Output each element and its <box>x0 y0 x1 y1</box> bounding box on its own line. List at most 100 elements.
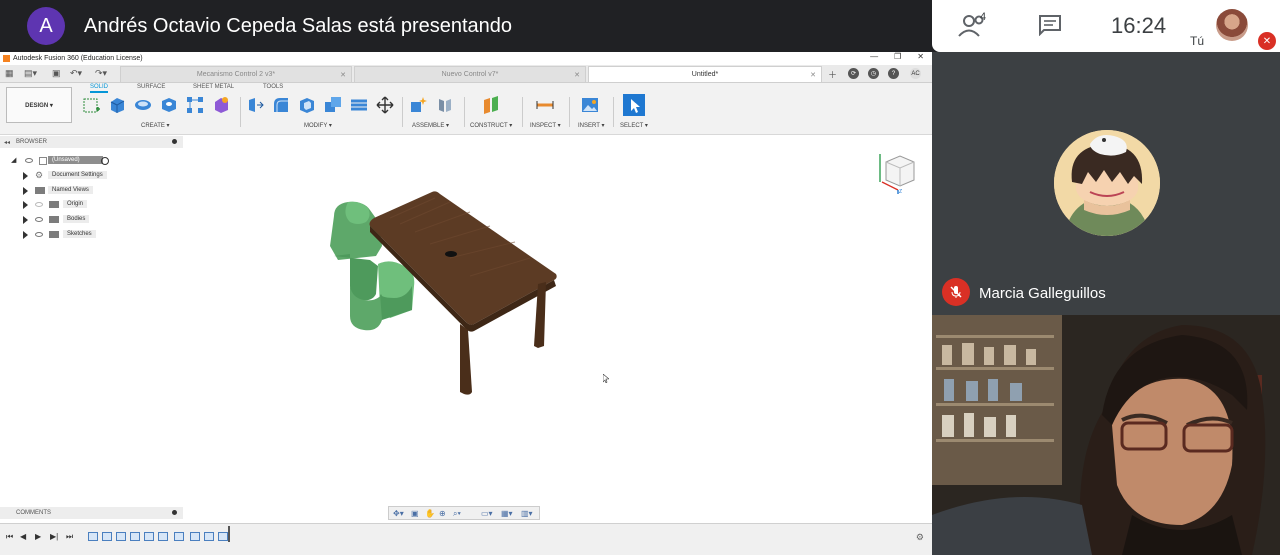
assemble-menu[interactable]: ASSEMBLE ▾ <box>412 122 449 129</box>
new-component-icon[interactable] <box>409 96 427 114</box>
redo-icon[interactable]: ↷▾ <box>95 68 107 79</box>
tree-named-views[interactable]: Named Views <box>22 186 122 196</box>
timeline-feature[interactable] <box>102 532 112 541</box>
eye-hidden-icon[interactable] <box>35 202 43 207</box>
go-to-end-icon[interactable]: ⏭ <box>66 532 73 542</box>
timeline-feature[interactable] <box>116 532 126 541</box>
activate-radio-icon[interactable] <box>101 157 109 165</box>
new-tab-icon[interactable]: ＋ <box>828 68 837 81</box>
offset-face-icon[interactable] <box>350 96 368 114</box>
go-to-start-icon[interactable]: ⏮ <box>6 532 13 542</box>
help-icon[interactable]: ? <box>888 68 899 79</box>
step-back-icon[interactable]: ◀ <box>20 532 26 541</box>
timeline-feature[interactable] <box>218 532 228 541</box>
save-icon[interactable]: ▣ <box>52 68 61 79</box>
timeline-feature[interactable] <box>88 532 98 541</box>
measure-icon[interactable] <box>536 96 554 114</box>
step-forward-icon[interactable]: ▶| <box>50 532 58 541</box>
fillet-icon[interactable] <box>272 96 290 114</box>
tab-surface[interactable]: SURFACE <box>137 84 165 90</box>
select-icon[interactable] <box>623 94 645 116</box>
offset-plane-icon[interactable] <box>482 96 500 114</box>
timeline-settings-icon[interactable]: ⚙ <box>916 532 924 543</box>
collapse-icon[interactable]: ◂◂ <box>4 139 10 146</box>
minimize-icon[interactable]: — <box>870 52 878 61</box>
create-menu[interactable]: CREATE ▾ <box>141 122 170 129</box>
press-pull-icon[interactable] <box>246 96 264 114</box>
display-settings-icon[interactable]: ▭▾ <box>481 509 493 518</box>
insert-image-icon[interactable] <box>581 96 599 114</box>
move-icon[interactable] <box>376 96 394 114</box>
presenting-text: Andrés Octavio Cepeda Salas está present… <box>84 14 513 37</box>
timeline-feature[interactable] <box>144 532 154 541</box>
eye-icon[interactable] <box>35 217 43 222</box>
revolve-icon[interactable] <box>134 96 152 114</box>
tab-solid[interactable]: SOLID <box>90 84 109 93</box>
folder-icon <box>49 201 59 208</box>
zoom-icon[interactable]: ⊕ <box>439 509 446 518</box>
create-sketch-icon[interactable] <box>83 96 101 114</box>
fit-icon[interactable]: ⌕▾ <box>453 509 461 519</box>
tree-bodies[interactable]: Bodies <box>22 215 122 225</box>
insert-menu[interactable]: INSERT ▾ <box>578 122 604 129</box>
mouse-cursor-icon <box>603 374 609 383</box>
timeline-feature[interactable] <box>190 532 200 541</box>
workspace-switcher[interactable]: DESIGN ▾ <box>6 87 72 123</box>
chat-icon[interactable] <box>1038 14 1062 36</box>
viewcube-icon[interactable]: Z <box>878 150 918 194</box>
form-icon[interactable] <box>212 96 230 114</box>
pattern-icon[interactable] <box>186 96 204 114</box>
tree-sketches[interactable]: Sketches <box>22 230 122 240</box>
grid-settings-icon[interactable]: ▦▾ <box>501 509 513 518</box>
self-avatar[interactable] <box>1216 9 1248 41</box>
timeline-feature[interactable] <box>130 532 140 541</box>
tab-nuevo-control[interactable]: Nuevo Control v7* ✕ <box>354 66 586 83</box>
file-icon[interactable]: ▤▾ <box>24 68 37 79</box>
tab-untitled[interactable]: Untitled* ✕ <box>588 66 822 83</box>
viewports-icon[interactable]: ▥▾ <box>521 509 533 518</box>
people-count: 4 <box>980 11 987 23</box>
select-menu[interactable]: SELECT ▾ <box>620 122 648 129</box>
extensions-icon[interactable]: ⟳ <box>848 68 859 79</box>
notifications-icon[interactable]: ◷ <box>868 68 879 79</box>
eye-icon[interactable] <box>35 232 43 237</box>
modify-menu[interactable]: MODIFY ▾ <box>304 122 332 129</box>
combine-icon[interactable] <box>324 96 342 114</box>
axis-z-label: Z <box>899 189 902 194</box>
close-icon[interactable]: ✕ <box>917 52 924 61</box>
user-avatar[interactable]: AC <box>910 68 921 79</box>
tab-sheet-metal[interactable]: SHEET METAL <box>193 84 234 90</box>
inspect-menu[interactable]: INSPECT ▾ <box>530 122 561 129</box>
play-icon[interactable]: ▶ <box>35 532 41 541</box>
orbit-icon[interactable]: ✥▾ <box>393 509 404 518</box>
timeline-feature[interactable] <box>158 532 168 541</box>
hole-icon[interactable] <box>160 96 178 114</box>
fusion-window: Autodesk Fusion 360 (Education License) … <box>0 52 932 555</box>
design-canvas[interactable]: ◂◂ BROWSER ◢ (Unsaved) ⚙ Document Settin… <box>0 136 932 523</box>
construct-menu[interactable]: CONSTRUCT ▾ <box>470 122 512 129</box>
grid-menu-icon[interactable]: ▦ <box>5 68 14 79</box>
add-comment-icon[interactable] <box>172 510 177 515</box>
tab-mecanismo[interactable]: Mecanismo Control 2 v3* ✕ <box>120 66 352 83</box>
timeline-feature[interactable] <box>204 532 214 541</box>
pan-icon[interactable]: ✋ <box>425 509 435 518</box>
model-table-and-part[interactable] <box>320 186 570 401</box>
extrude-icon[interactable] <box>108 96 126 114</box>
eye-icon[interactable] <box>25 158 33 163</box>
maximize-icon[interactable]: ❐ <box>894 52 901 61</box>
browser-panel-header[interactable]: ◂◂ BROWSER <box>0 136 183 148</box>
comments-panel-header[interactable]: COMMENTS <box>0 507 183 519</box>
expand-icon <box>23 172 28 180</box>
joint-icon[interactable] <box>436 96 454 114</box>
timeline-feature[interactable] <box>174 532 184 541</box>
timeline-marker[interactable] <box>228 526 230 542</box>
document-icon <box>39 157 47 165</box>
tab-tools[interactable]: TOOLS <box>263 84 283 90</box>
tree-document-settings[interactable]: ⚙ Document Settings <box>22 170 122 181</box>
tree-origin[interactable]: Origin <box>22 200 122 210</box>
pin-icon[interactable] <box>172 139 177 144</box>
expand-icon <box>23 216 28 224</box>
undo-icon[interactable]: ↶▾ <box>70 68 82 79</box>
look-at-icon[interactable]: ▣ <box>411 509 419 518</box>
shell-icon[interactable] <box>298 96 316 114</box>
